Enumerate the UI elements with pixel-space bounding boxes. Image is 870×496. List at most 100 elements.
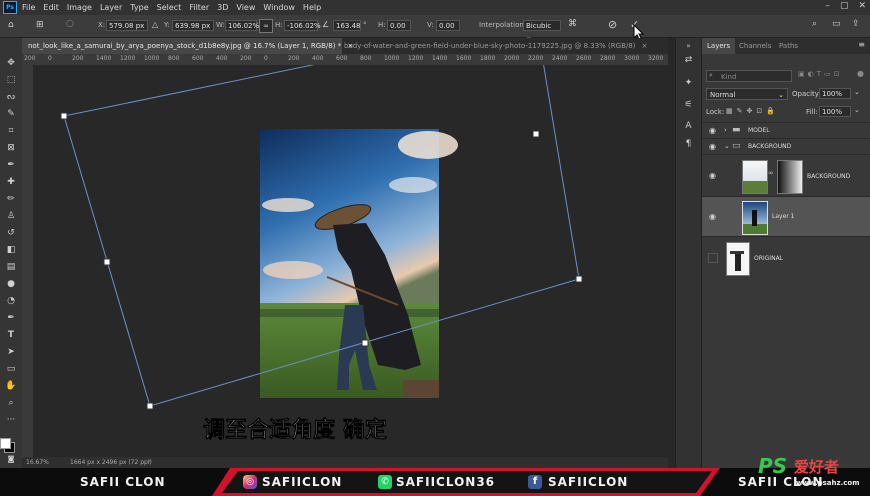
visibility-eye-icon[interactable]: ◉ [709, 126, 716, 135]
paragraph-panel-icon[interactable]: ¶ [682, 138, 695, 151]
vskew-field[interactable]: 0.00 [436, 20, 460, 31]
search-icon[interactable]: ⌕ [812, 19, 817, 29]
clone-stamp-tool-icon[interactable]: ♙ [4, 209, 18, 223]
quick-mask-icon[interactable]: ◙ [4, 452, 18, 466]
lock-icons[interactable]: ▦✎✥⊡🔒 [726, 107, 779, 115]
cancel-transform-icon[interactable]: ⊘ [608, 18, 617, 31]
layer-row-background[interactable]: ◉ ∞ BACKGROUND [702, 154, 870, 197]
visibility-eye-icon[interactable]: ◉ [709, 171, 716, 180]
transform-handle-bottom-left[interactable] [146, 402, 154, 410]
fill-chevron-icon[interactable]: ⌄ [854, 106, 860, 114]
gradient-tool-icon[interactable]: ▤ [4, 260, 18, 274]
panel-menu-icon[interactable]: ≡ [858, 40, 865, 49]
menu-select[interactable]: Select [157, 3, 182, 12]
brush-tool-icon[interactable]: ✏ [4, 192, 18, 206]
link-icon[interactable]: ∞ [259, 19, 273, 33]
menu-3d[interactable]: 3D [217, 3, 228, 12]
canvas-area[interactable]: 调至合适角度 确定 [33, 65, 668, 457]
visibility-eye-icon[interactable]: ◉ [709, 142, 716, 151]
brush-settings-icon[interactable]: ✦ [682, 77, 695, 90]
zoom-tool-icon[interactable]: ⌕ [4, 396, 18, 410]
filter-icons[interactable]: ▣◐T▭⊡ [798, 70, 842, 78]
layer-row-layer-1[interactable]: ◉ Layer 1 [702, 196, 870, 237]
menu-edit[interactable]: Edit [43, 3, 59, 12]
path-selection-tool-icon[interactable]: ➤ [4, 345, 18, 359]
home-icon[interactable]: ⌂ [8, 20, 14, 30]
width-field[interactable]: 106.02% [225, 20, 259, 31]
crop-tool-icon[interactable]: ⌗ [4, 124, 18, 138]
tab-close-icon[interactable]: × [642, 42, 648, 50]
transform-handle-top-right[interactable] [532, 130, 540, 138]
interpolation-select[interactable]: Bicubic ⌄ [523, 20, 561, 41]
eraser-tool-icon[interactable]: ◧ [4, 243, 18, 257]
opacity-chevron-icon[interactable]: ⌄ [854, 88, 860, 96]
dodge-tool-icon[interactable]: ◔ [4, 294, 18, 308]
layer-mask-thumbnail[interactable] [777, 160, 803, 194]
history-brush-tool-icon[interactable]: ↺ [4, 226, 18, 240]
share-icon[interactable]: ⇪ [852, 19, 860, 29]
x-position-field[interactable]: 579.08 px [106, 20, 148, 31]
layer-filter-kind[interactable]: Kind [706, 70, 792, 82]
visibility-off-box[interactable] [708, 253, 718, 263]
maximize-icon[interactable]: ▢ [840, 1, 849, 11]
quick-select-tool-icon[interactable]: ✎ [4, 107, 18, 121]
more-tools-icon[interactable]: ··· [4, 413, 18, 427]
height-field[interactable]: -106.02% [284, 20, 321, 31]
y-position-field[interactable]: 639.98 px [172, 20, 214, 31]
blur-tool-icon[interactable]: ● [4, 277, 18, 291]
background-color-swatch[interactable] [0, 438, 11, 449]
checkbox-icon[interactable]: ○ [66, 19, 74, 29]
fill-field[interactable]: 100% [819, 106, 851, 117]
tab-document-1[interactable]: not_look_like_a_samurai_by_arya_poenya_s… [22, 38, 353, 54]
hskew-field[interactable]: 0.00 [387, 20, 411, 31]
warp-icon[interactable]: ⌘ [568, 19, 577, 29]
eyedropper-tool-icon[interactable]: ✒ [4, 158, 18, 172]
frame-tool-icon[interactable]: ⊠ [4, 141, 18, 155]
lasso-tool-icon[interactable]: ᔓ [4, 90, 18, 104]
tab-document-2[interactable]: body-of-water-and-green-field-under-blue… [338, 38, 654, 54]
layer-name: BACKGROUND [807, 173, 851, 180]
minimize-icon[interactable]: – [825, 1, 830, 11]
menu-window[interactable]: Window [263, 3, 295, 12]
transform-handle-left[interactable] [103, 258, 111, 266]
menu-image[interactable]: Image [67, 3, 92, 12]
type-tool-icon[interactable]: T [4, 328, 18, 342]
menu-filter[interactable]: Filter [189, 3, 209, 12]
status-arrow-icon[interactable]: › [148, 458, 150, 465]
history-panel-icon[interactable]: ⇄ [682, 54, 695, 67]
tab-paths[interactable]: Paths [774, 38, 803, 54]
shape-tool-icon[interactable]: ▭ [4, 362, 18, 376]
collapse-icon[interactable]: » [682, 40, 695, 53]
pen-tool-icon[interactable]: ✒ [4, 311, 18, 325]
workspace-icon[interactable]: ▭ [832, 19, 841, 29]
transform-handle-right[interactable] [575, 275, 583, 283]
tab-layers[interactable]: Layers [702, 38, 736, 54]
visibility-eye-icon[interactable]: ◉ [709, 212, 716, 221]
layer-row-original[interactable]: ORIGINAL [702, 236, 870, 279]
adjustments-panel-icon[interactable]: ⚟ [682, 99, 695, 112]
menu-type[interactable]: Type [130, 3, 148, 12]
hand-tool-icon[interactable]: ✋ [4, 379, 18, 393]
angle-field[interactable]: 163.48 [333, 20, 361, 31]
transform-handle-top-left[interactable] [60, 112, 68, 120]
group-expand-icon[interactable]: › [724, 126, 727, 134]
menu-layer[interactable]: Layer [100, 3, 122, 12]
character-panel-icon[interactable]: A [682, 120, 695, 133]
group-collapse-icon[interactable]: ⌄ [724, 142, 730, 150]
reference-point-icon[interactable]: ⊞ [36, 20, 44, 30]
menu-view[interactable]: View [236, 3, 255, 12]
tab-channels[interactable]: Channels [734, 38, 776, 54]
filter-toggle-icon[interactable]: ● [857, 69, 864, 78]
marquee-tool-icon[interactable]: ⬚ [4, 73, 18, 87]
blend-mode-select[interactable]: Normal ⌄ [706, 88, 788, 100]
mask-link-icon[interactable]: ∞ [768, 169, 774, 177]
move-tool-icon[interactable]: ✥ [4, 56, 18, 70]
layer-row-model[interactable]: ◉ › ▬ MODEL [702, 122, 870, 139]
opacity-field[interactable]: 100% [819, 88, 851, 99]
menu-file[interactable]: File [22, 3, 35, 12]
close-icon[interactable]: ✕ [858, 1, 866, 11]
menu-help[interactable]: Help [303, 3, 321, 12]
healing-brush-tool-icon[interactable]: ✚ [4, 175, 18, 189]
layer-row-background-group[interactable]: ◉ ⌄ ▭ BACKGROUND [702, 138, 870, 155]
transform-handle-bottom[interactable] [361, 339, 369, 347]
